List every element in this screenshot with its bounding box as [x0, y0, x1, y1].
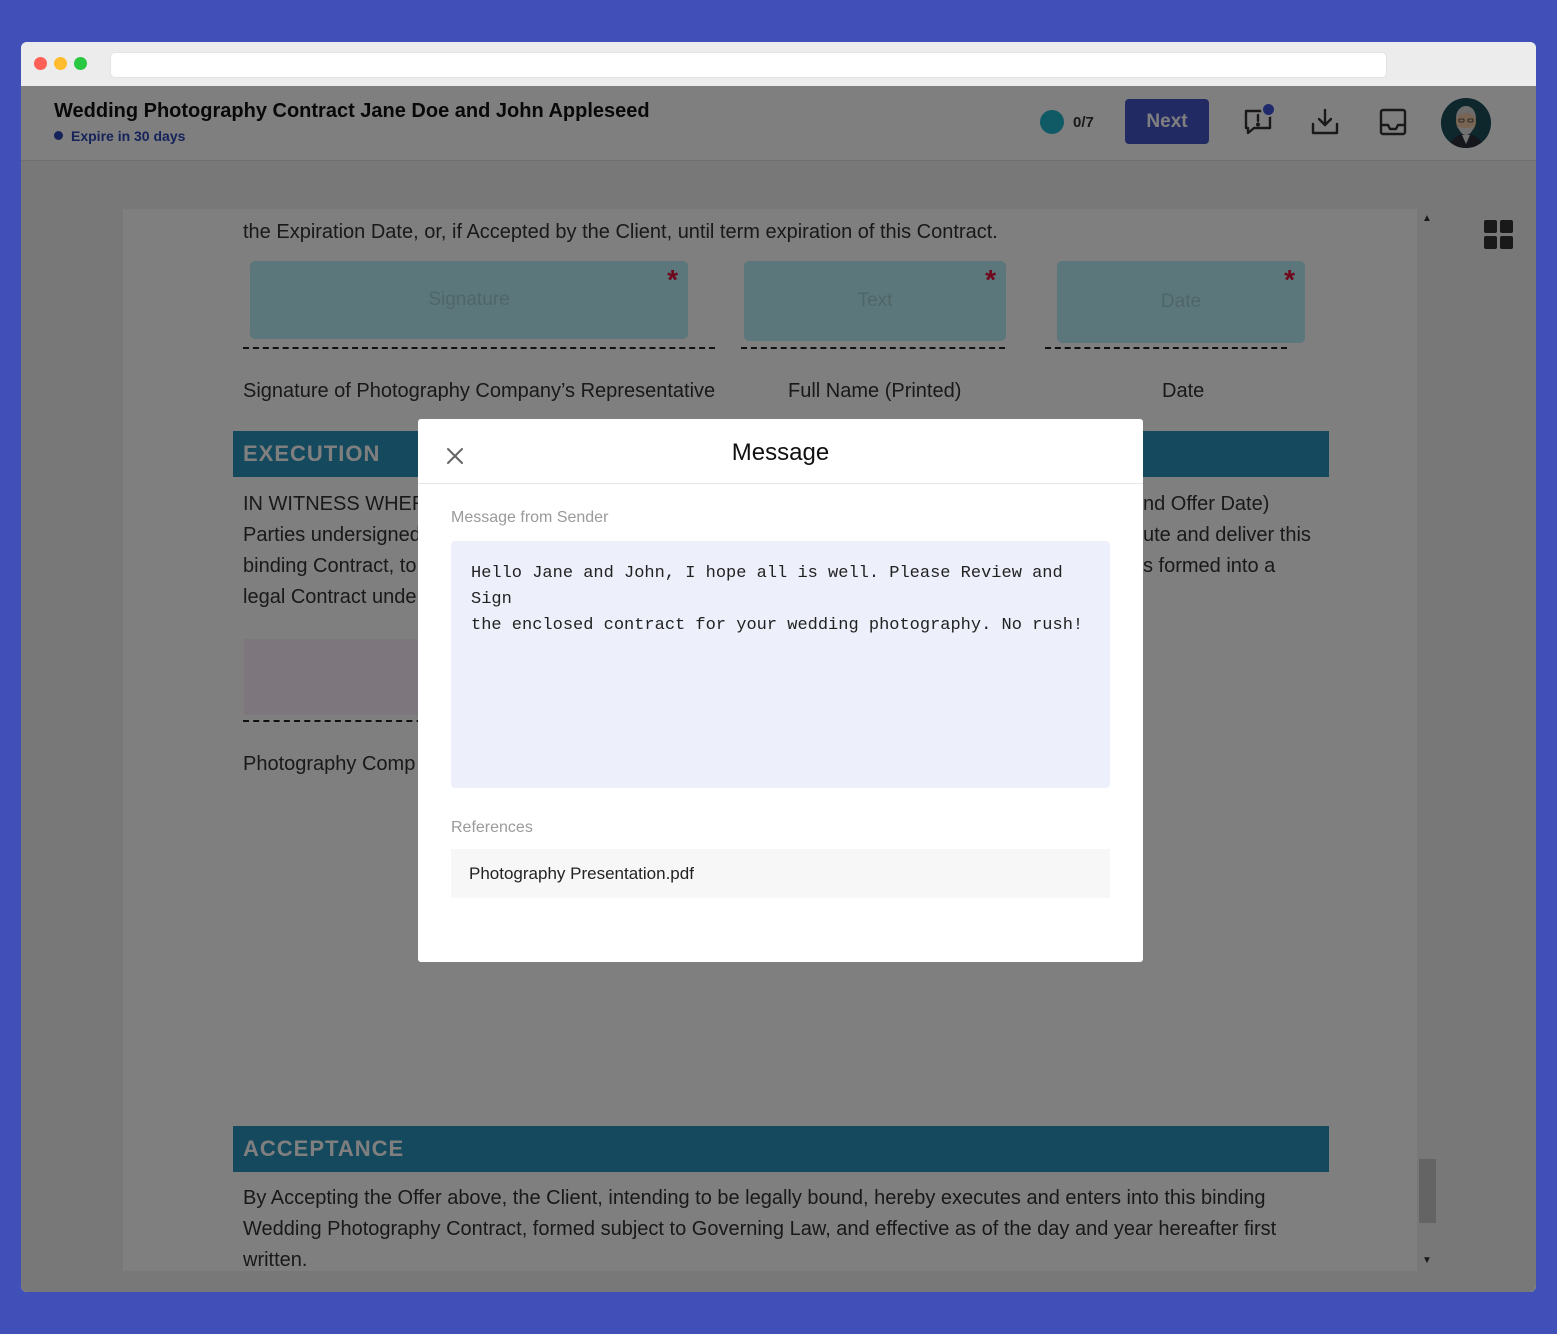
dialog-title: Message [731, 439, 830, 466]
sender-message-box: Hello Jane and John, I hope all is well.… [451, 541, 1110, 788]
maximize-window-dot[interactable] [74, 57, 87, 70]
references-label: References [451, 819, 533, 836]
dialog-header: Message [418, 419, 1143, 484]
close-window-dot[interactable] [34, 57, 47, 70]
reference-file-link[interactable]: Photography Presentation.pdf [451, 849, 1110, 898]
browser-window: Wedding Photography Contract Jane Doe an… [21, 42, 1536, 1292]
message-line: the enclosed contract for your wedding p… [471, 616, 1084, 635]
message-line: Hello Jane and John, I hope all is well.… [471, 564, 1063, 609]
address-bar[interactable] [110, 52, 1387, 78]
message-dialog: Message Message from Sender Hello Jane a… [418, 419, 1143, 962]
minimize-window-dot[interactable] [54, 57, 67, 70]
browser-chrome [21, 42, 1536, 86]
close-icon[interactable] [444, 445, 466, 467]
sender-message-label: Message from Sender [451, 509, 609, 526]
